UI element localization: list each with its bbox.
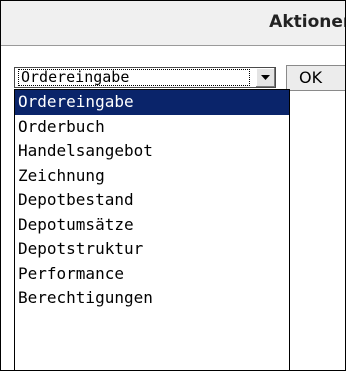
dropdown-option[interactable]: Berechtigungen — [15, 286, 289, 311]
dropdown-option[interactable]: Depotbestand — [15, 188, 289, 213]
panel-title: Aktionen — [269, 12, 345, 32]
ok-button[interactable]: OK — [286, 65, 345, 91]
panel-header: Aktionen — [1, 1, 345, 46]
dropdown-option[interactable]: Zeichnung — [15, 164, 289, 189]
dropdown-option[interactable]: Orderbuch — [15, 115, 289, 140]
dropdown-arrow-button[interactable] — [255, 68, 275, 87]
dropdown-option[interactable]: Ordereingabe — [15, 90, 289, 115]
dropdown-option[interactable]: Performance — [15, 262, 289, 287]
dropdown-option[interactable]: Depotstruktur — [15, 237, 289, 262]
action-dropdown-list: Ordereingabe Orderbuch Handelsangebot Ze… — [14, 89, 290, 370]
action-select[interactable]: Ordereingabe — [14, 67, 276, 88]
chevron-down-icon — [261, 75, 270, 80]
dropdown-option[interactable]: Depotumsätze — [15, 213, 289, 238]
action-select-value[interactable]: Ordereingabe — [18, 69, 250, 86]
dropdown-option[interactable]: Handelsangebot — [15, 139, 289, 164]
actions-panel: Aktionen Ordereingabe OK Ordereingabe Or… — [0, 0, 346, 371]
